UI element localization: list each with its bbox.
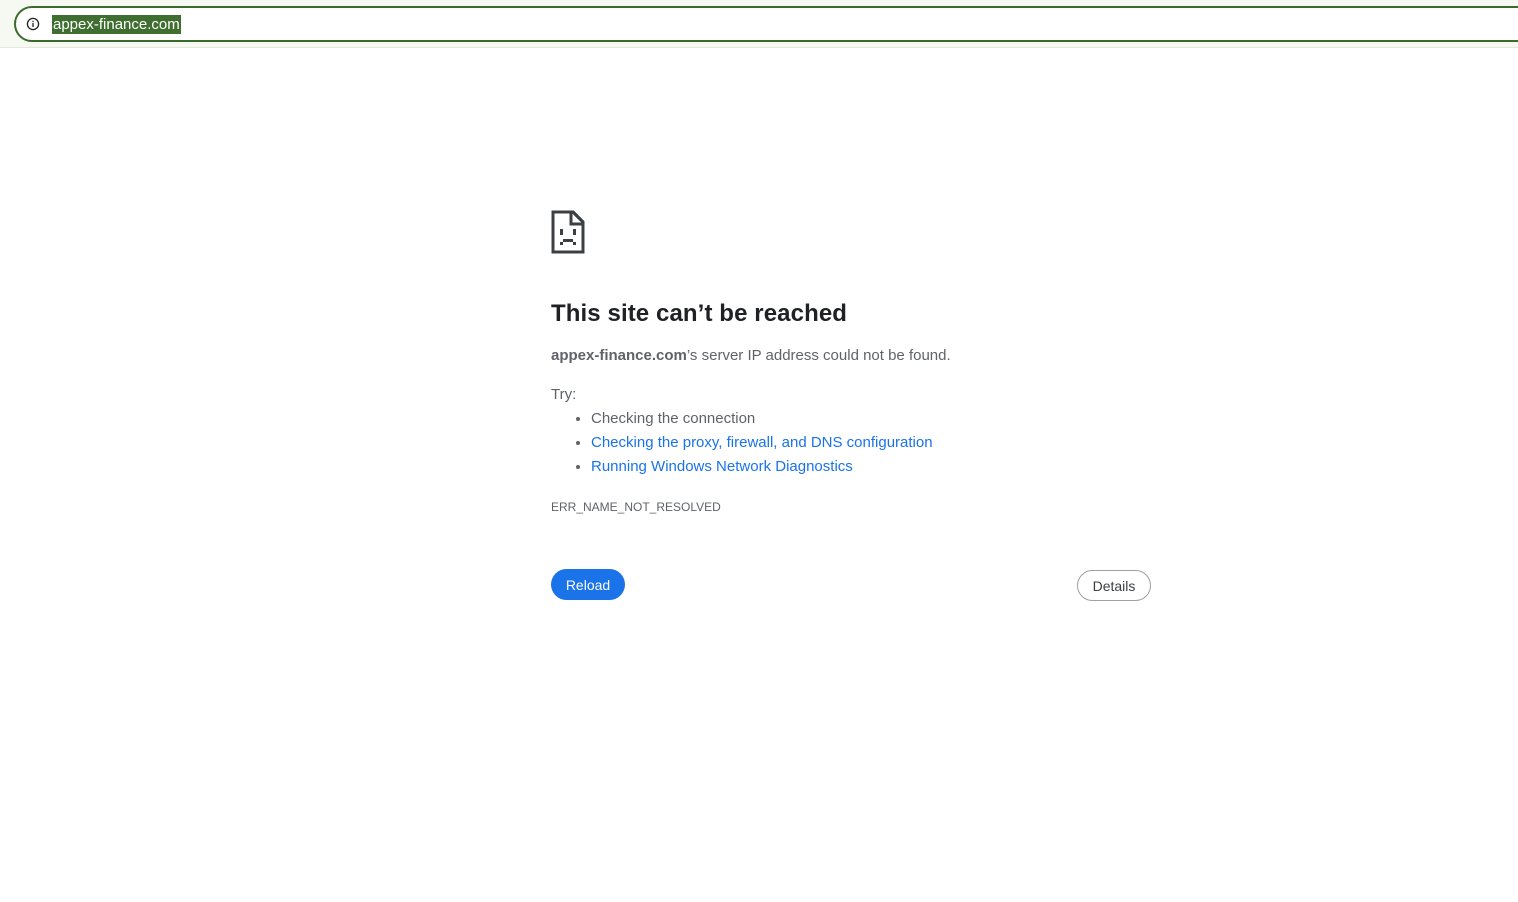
suggestions-list: Checking the connection Checking the pro… [551,409,933,481]
error-message: ’s server IP address could not be found. [686,347,951,364]
sad-document-icon [551,210,585,254]
link-check-proxy-firewall-dns[interactable]: Checking the proxy, firewall, and DNS co… [591,434,933,451]
try-label: Try: [551,386,577,403]
address-bar[interactable]: appex-finance.com [14,6,1518,42]
suggestion-item: Running Windows Network Diagnostics [591,457,933,481]
error-code: ERR_NAME_NOT_RESOLVED [551,500,721,514]
error-description: appex-finance.com’s server IP address co… [551,347,951,364]
url-text[interactable]: appex-finance.com [52,15,181,34]
reload-button[interactable]: Reload [551,569,625,600]
suggestion-item: Checking the proxy, firewall, and DNS co… [591,433,933,457]
suggestion-item: Checking the connection [591,409,933,433]
link-windows-network-diagnostics[interactable]: Running Windows Network Diagnostics [591,458,853,475]
browser-toolbar: appex-finance.com [0,0,1518,48]
suggestion-check-connection: Checking the connection [591,410,756,427]
details-button[interactable]: Details [1077,570,1151,601]
info-icon[interactable] [26,17,40,31]
error-title: This site can’t be reached [551,300,848,327]
error-host: appex-finance.com [551,347,687,364]
